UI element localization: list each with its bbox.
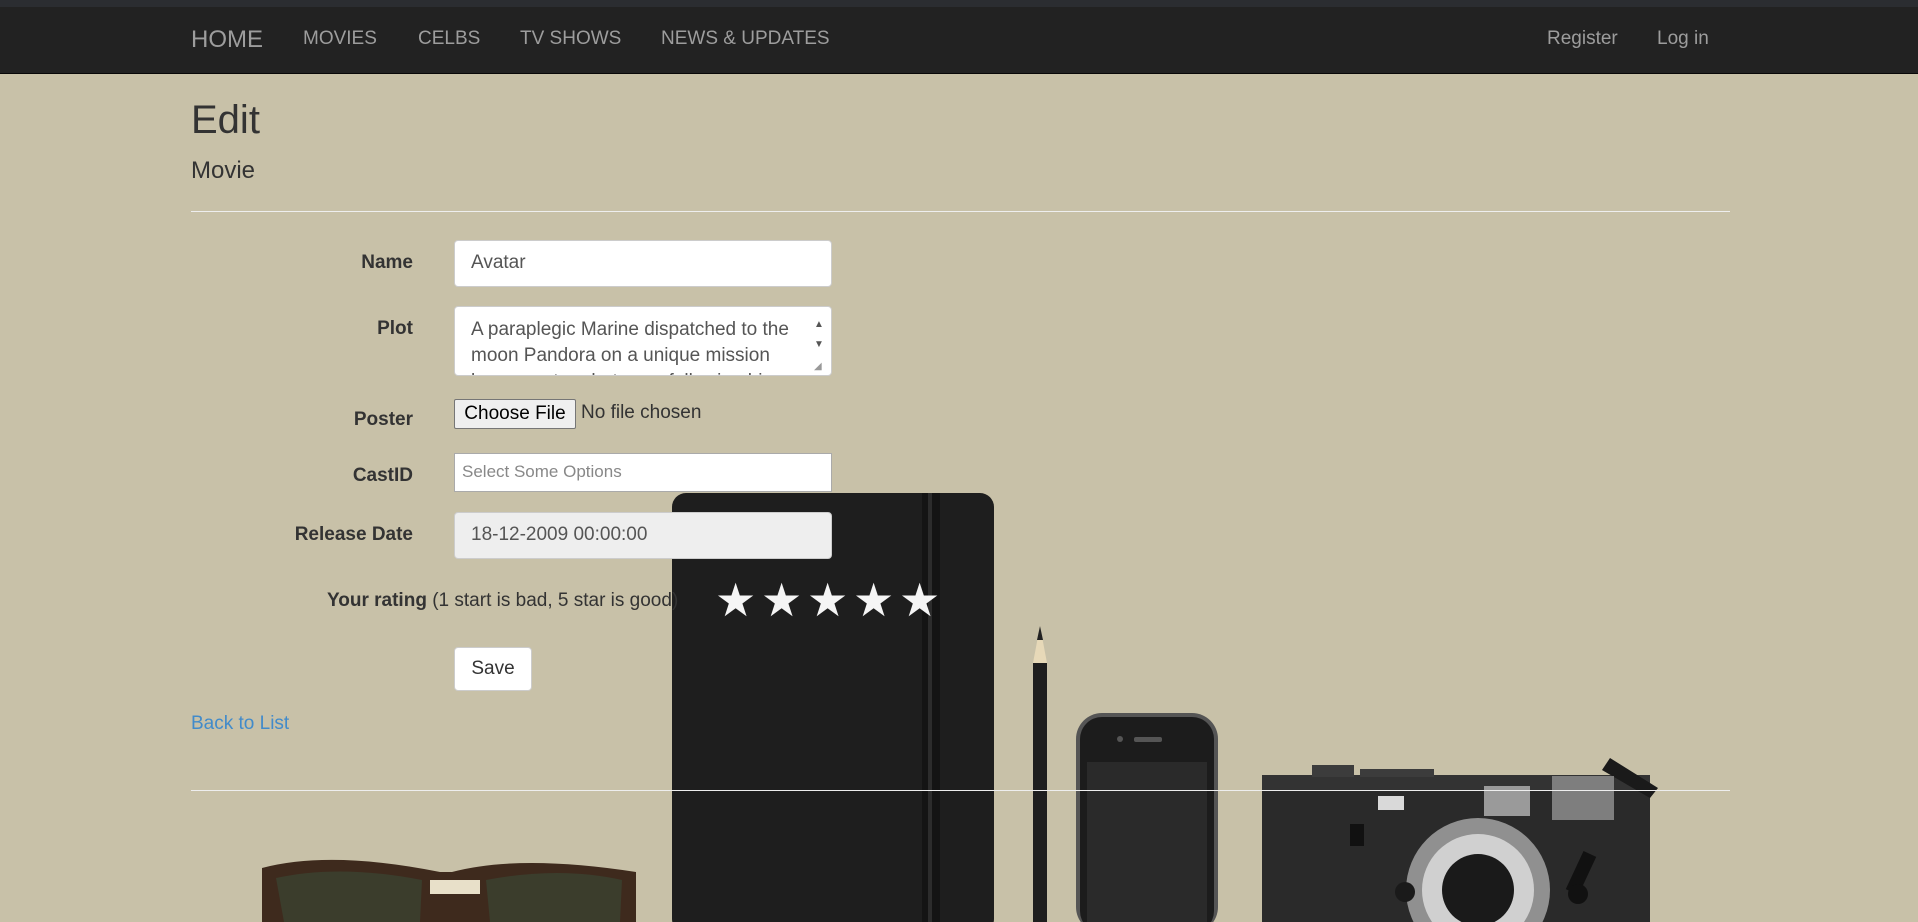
nav-item-celbs[interactable]: CELBS [418,28,480,50]
nav-register-link[interactable]: Register [1547,28,1618,50]
rating-label: Your rating (1 start is bad, 5 star is g… [327,590,678,612]
castid-multiselect[interactable]: Select Some Options [454,453,832,492]
nav-brand-home[interactable]: HOME [191,26,263,54]
footer-divider [191,790,1730,791]
plot-textarea[interactable]: A paraplegic Marine dispatched to the mo… [454,306,832,376]
browser-top-strip [0,0,1918,7]
plot-scrollbar[interactable]: ▲ ▼ ◢ [808,308,830,374]
star-icon-2[interactable]: ★ [761,573,807,627]
camera-illustration [1262,758,1658,922]
star-icon-4[interactable]: ★ [853,573,899,627]
file-status-text: No file chosen [581,402,702,423]
page-subtitle: Movie [191,157,256,184]
release-date-input[interactable]: 18-12-2009 00:00:00 [454,512,832,559]
star-rating: ★ ★ ★ ★ ★ [715,573,945,627]
nav-login-link[interactable]: Log in [1657,28,1709,50]
choose-file-button[interactable]: Choose File [454,399,576,429]
save-button[interactable]: Save [454,647,532,691]
sunglasses-illustration [262,859,636,922]
star-icon-3[interactable]: ★ [807,573,853,627]
castid-label: CastID [352,465,413,486]
pencil-illustration [1033,626,1047,922]
star-icon-1[interactable]: ★ [715,573,761,627]
plot-text: A paraplegic Marine dispatched to the mo… [471,319,789,375]
star-icon-5[interactable]: ★ [899,573,945,627]
poster-label: Poster [353,409,413,430]
nav-item-tv-shows[interactable]: TV SHOWS [520,28,621,50]
page-title: Edit [191,98,260,142]
rating-title: Your rating [327,590,427,611]
resize-handle-icon[interactable]: ◢ [814,354,822,375]
plot-label: Plot [377,318,413,339]
release-date-label: Release Date [294,524,413,545]
background-illustration [262,493,1658,922]
rating-hint: (1 start is bad, 5 star is good) [432,590,679,611]
nav-item-news-updates[interactable]: NEWS & UPDATES [661,28,830,50]
nav-item-movies[interactable]: MOVIES [303,28,377,50]
navbar: HOME MOVIES CELBS TV SHOWS NEWS & UPDATE… [0,7,1918,74]
header-divider [191,211,1730,212]
phone-illustration [1076,713,1218,922]
name-label: Name [361,252,413,273]
back-to-list-link[interactable]: Back to List [191,713,289,735]
name-input[interactable]: Avatar [454,240,832,287]
